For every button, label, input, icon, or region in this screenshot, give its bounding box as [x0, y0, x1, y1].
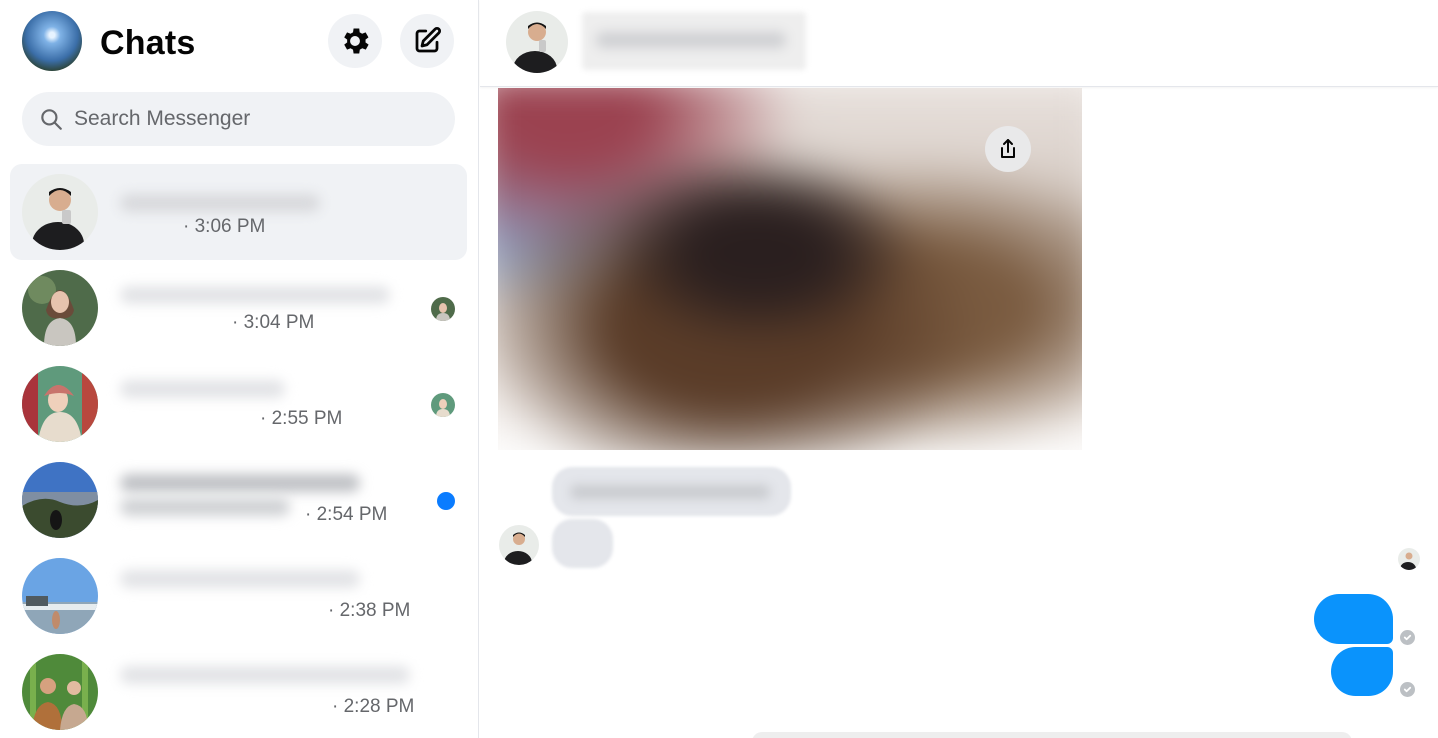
contact-name-redacted[interactable] — [582, 12, 806, 70]
chat-list: · 3:06 PM · 3:04 PM · 2:55 PM · 2:54 PM … — [10, 164, 467, 738]
settings-button[interactable] — [328, 14, 382, 68]
chat-name-redacted — [120, 666, 410, 684]
avatar — [22, 558, 98, 634]
chat-time: · 3:06 PM — [183, 216, 266, 237]
avatar — [22, 366, 98, 442]
share-button[interactable] — [985, 126, 1031, 172]
chat-preview-redacted — [120, 498, 290, 516]
chat-list-item[interactable]: · 3:04 PM — [10, 260, 467, 356]
seen-avatar — [431, 297, 455, 321]
chats-sidebar: Chats Search Messenger · 3:06 PM · 3:04 … — [0, 0, 479, 738]
incoming-message-bubble[interactable] — [552, 519, 613, 568]
chat-time: · 2:54 PM — [305, 504, 388, 525]
avatar — [22, 462, 98, 538]
unread-indicator — [437, 492, 455, 510]
sidebar-header: Chats — [22, 11, 455, 71]
profile-avatar[interactable] — [22, 11, 82, 71]
message-composer[interactable] — [752, 732, 1352, 738]
messenger-app: Chats Search Messenger · 3:06 PM · 3:04 … — [0, 0, 1438, 738]
chat-time: · 2:55 PM — [260, 408, 343, 429]
share-icon — [1001, 139, 1015, 158]
conversation-header — [480, 0, 1438, 87]
sender-avatar[interactable] — [499, 525, 539, 565]
chat-time: · 2:28 PM — [332, 696, 415, 717]
outgoing-message-bubble[interactable] — [1314, 594, 1393, 644]
chat-time: · 3:04 PM — [232, 312, 315, 333]
check-circle-icon — [1400, 630, 1415, 645]
gear-icon — [344, 28, 369, 54]
chat-list-item[interactable]: · 2:28 PM — [10, 644, 467, 738]
search-bar[interactable] — [22, 92, 455, 146]
search-icon — [41, 109, 62, 130]
chat-list-item[interactable]: · 2:38 PM — [10, 548, 467, 644]
chat-name-redacted — [120, 570, 360, 588]
seen-avatar — [431, 393, 455, 417]
avatar — [22, 654, 98, 730]
new-message-button[interactable] — [400, 14, 454, 68]
contact-avatar[interactable] — [506, 11, 568, 73]
chat-name-redacted — [120, 380, 285, 398]
chat-list-item[interactable]: · 2:55 PM — [10, 356, 467, 452]
avatar — [22, 174, 98, 250]
avatar — [22, 270, 98, 346]
search-input[interactable] — [74, 107, 434, 131]
chat-list-item[interactable]: · 2:54 PM — [10, 452, 467, 548]
outgoing-message-bubble[interactable] — [1331, 647, 1393, 696]
check-circle-icon — [1400, 682, 1415, 697]
chat-name-redacted — [120, 474, 360, 492]
chat-time: · 2:38 PM — [328, 600, 411, 621]
read-receipt-avatar — [1398, 548, 1420, 570]
page-title: Chats — [100, 24, 196, 62]
chat-name-redacted — [120, 194, 320, 212]
chat-name-redacted — [120, 286, 390, 304]
compose-icon — [415, 26, 442, 53]
chat-list-item[interactable]: · 3:06 PM — [10, 164, 467, 260]
incoming-message-bubble[interactable] — [552, 467, 791, 516]
conversation-panel — [480, 0, 1438, 738]
